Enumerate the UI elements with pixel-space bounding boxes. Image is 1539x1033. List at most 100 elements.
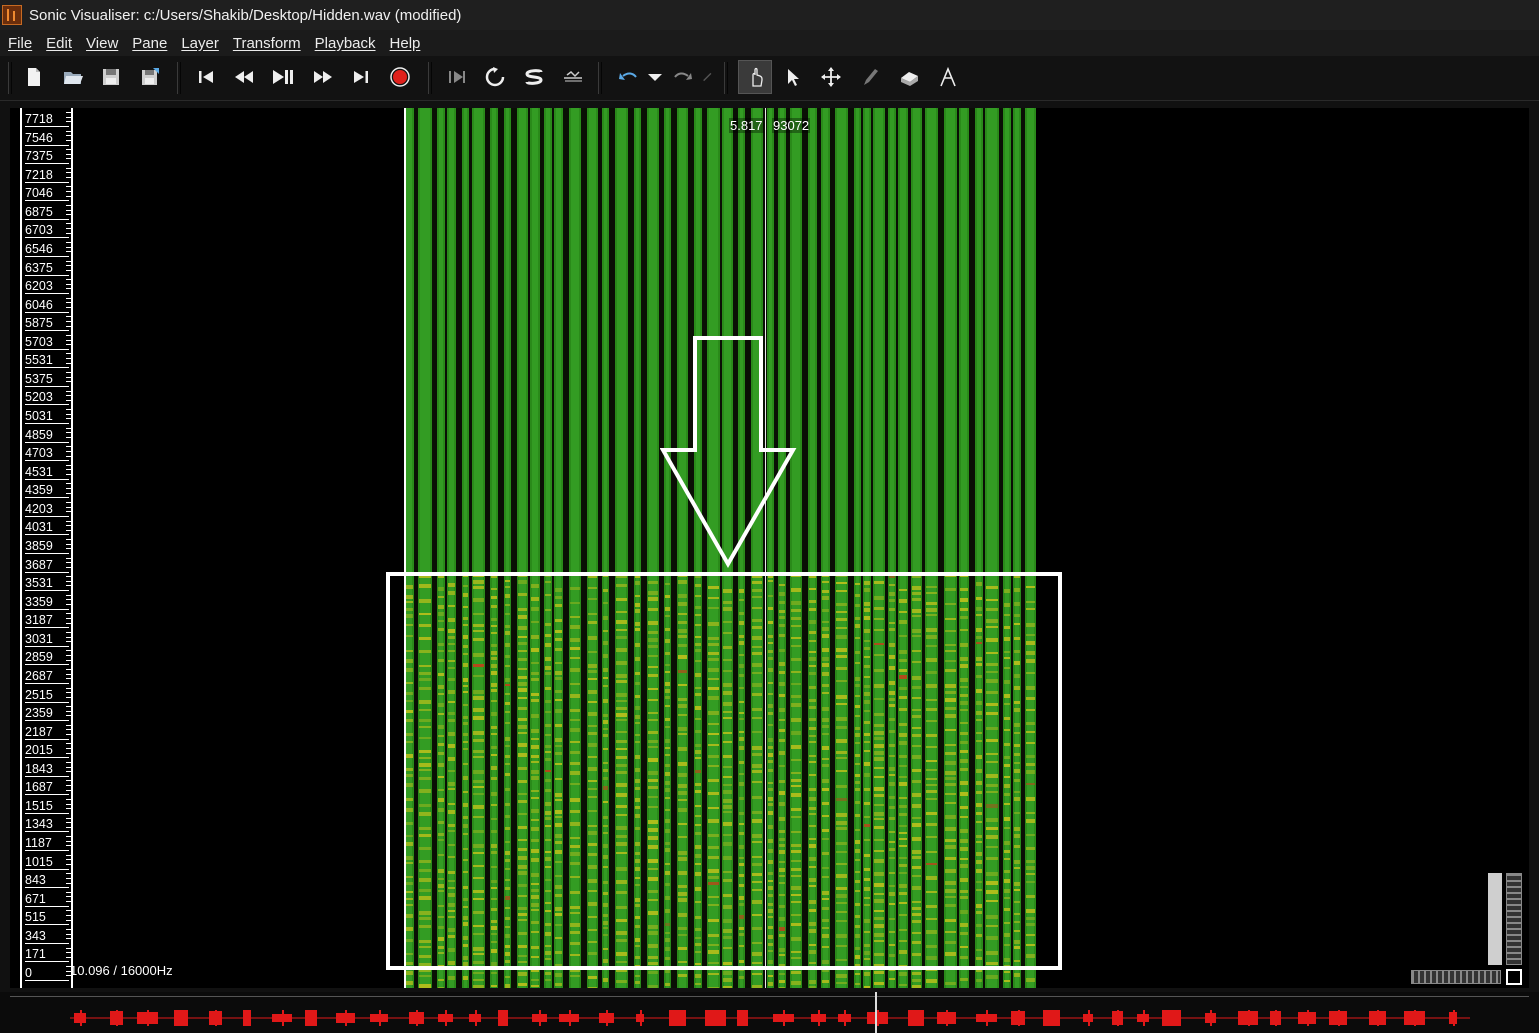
fast-forward-icon[interactable] xyxy=(308,62,338,92)
zoom-reset-button[interactable] xyxy=(1506,969,1522,985)
solo-icon[interactable] xyxy=(519,62,549,92)
frequency-minor-tick xyxy=(66,599,71,601)
frequency-tick-label: 1843 xyxy=(25,762,69,777)
frequency-minor-tick xyxy=(66,242,71,244)
move-tool-icon[interactable] xyxy=(816,62,846,92)
frequency-minor-tick xyxy=(66,265,71,267)
frequency-minor-tick xyxy=(66,928,71,930)
frequency-minor-tick xyxy=(66,520,71,522)
frequency-minor-tick xyxy=(66,121,71,123)
frequency-tick-label: 515 xyxy=(25,911,69,926)
frequency-tick-label: 5703 xyxy=(25,335,69,350)
frequency-tick-label: 843 xyxy=(25,874,69,889)
menu-help[interactable]: Help xyxy=(383,35,428,52)
vertical-zoom-bar[interactable] xyxy=(1488,873,1502,965)
fast-forward-end-icon[interactable] xyxy=(346,62,376,92)
frequency-minor-tick xyxy=(66,390,71,392)
redo-icon[interactable] xyxy=(668,62,698,92)
frequency-minor-tick xyxy=(66,826,71,828)
frequency-minor-tick xyxy=(66,469,71,471)
menu-edit[interactable]: Edit xyxy=(39,35,79,52)
frequency-minor-tick xyxy=(66,158,71,160)
frequency-minor-tick xyxy=(66,112,71,114)
frequency-minor-tick xyxy=(66,817,71,819)
frequency-tick-label: 3859 xyxy=(25,540,69,554)
frequency-minor-tick xyxy=(66,260,71,262)
frequency-minor-tick xyxy=(66,223,71,225)
open-file-icon[interactable] xyxy=(58,62,88,92)
frequency-minor-tick xyxy=(66,673,71,675)
frequency-minor-tick xyxy=(66,413,71,415)
frequency-minor-tick xyxy=(66,585,71,587)
frequency-minor-tick xyxy=(66,641,71,643)
frequency-minor-tick xyxy=(66,622,71,624)
frequency-minor-tick xyxy=(66,882,71,884)
new-file-icon[interactable] xyxy=(19,62,49,92)
spectrogram-pane[interactable]: 7718 7546 7375 7218 7046 6875 6703 6546 6375 6203… xyxy=(10,108,1529,988)
frequency-tick-label: 7546 xyxy=(25,131,69,146)
frequency-tick-label: 2359 xyxy=(25,707,69,722)
rewind-icon[interactable] xyxy=(229,62,259,92)
frequency-minor-tick xyxy=(66,919,71,921)
frequency-minor-tick xyxy=(66,344,71,346)
frequency-minor-tick xyxy=(66,381,71,383)
frequency-minor-tick xyxy=(66,283,71,285)
navigate-tool-icon[interactable] xyxy=(738,60,772,94)
app-icon xyxy=(2,5,22,25)
menu-pane[interactable]: Pane xyxy=(125,35,174,52)
horizontal-zoom-wheel[interactable] xyxy=(1411,970,1501,984)
frequency-minor-tick xyxy=(66,376,71,378)
frequency-minor-tick xyxy=(66,761,71,763)
frequency-tick-label: 4703 xyxy=(25,447,69,462)
frequency-minor-tick xyxy=(66,659,71,661)
frequency-minor-tick xyxy=(66,873,71,875)
record-icon[interactable] xyxy=(385,62,415,92)
undo-menu-icon[interactable] xyxy=(643,62,667,92)
save-as-icon[interactable] xyxy=(135,62,165,92)
frequency-minor-tick xyxy=(66,334,71,336)
menu-file[interactable]: File xyxy=(0,35,39,52)
rewind-start-icon[interactable] xyxy=(191,62,221,92)
frequency-tick-label: 6203 xyxy=(25,280,69,295)
measure-tool-icon[interactable] xyxy=(933,62,963,92)
select-tool-icon[interactable] xyxy=(777,62,807,92)
frequency-minor-tick xyxy=(66,669,71,671)
frequency-minor-tick xyxy=(66,604,71,606)
frequency-tick-label: 5531 xyxy=(25,354,69,369)
erase-tool-icon[interactable] xyxy=(894,62,924,92)
frequency-tick-label: 7046 xyxy=(25,187,69,202)
play-pause-icon[interactable] xyxy=(268,62,298,92)
highlight-rectangle-annotation xyxy=(386,572,1062,970)
frequency-tick-label: 3531 xyxy=(25,577,69,592)
frequency-minor-tick xyxy=(66,580,71,582)
frequency-minor-tick xyxy=(66,446,71,448)
frequency-minor-tick xyxy=(66,130,71,132)
save-file-icon[interactable] xyxy=(96,62,126,92)
frequency-minor-tick xyxy=(66,246,71,248)
frequency-minor-tick xyxy=(66,395,71,397)
vertical-zoom-wheel[interactable] xyxy=(1506,873,1522,965)
frequency-tick-label: 6546 xyxy=(25,242,69,257)
toolbar-separator xyxy=(8,62,12,94)
speed-icon[interactable] xyxy=(558,62,588,92)
overview-pane[interactable] xyxy=(0,992,1539,1033)
play-selection-icon[interactable] xyxy=(441,62,471,92)
menu-layer[interactable]: Layer xyxy=(174,35,226,52)
menu-view[interactable]: View xyxy=(79,35,125,52)
menu-playback[interactable]: Playback xyxy=(308,35,383,52)
frequency-minor-tick xyxy=(66,279,71,281)
frequency-minor-tick xyxy=(66,135,71,137)
undo-icon[interactable] xyxy=(613,62,643,92)
frequency-tick-label: 7718 xyxy=(25,113,69,127)
frequency-minor-tick xyxy=(66,952,71,954)
draw-tool-icon[interactable] xyxy=(855,62,885,92)
frequency-minor-tick xyxy=(66,483,71,485)
frequency-tick-label: 5875 xyxy=(25,317,69,332)
frequency-minor-tick xyxy=(66,436,71,438)
frequency-tick-label: 7375 xyxy=(25,150,69,165)
loop-icon[interactable] xyxy=(480,62,510,92)
cursor-time-readout: 5.817 xyxy=(729,118,764,133)
menu-transform[interactable]: Transform xyxy=(226,35,308,52)
redo-menu-icon[interactable] xyxy=(700,62,720,92)
toolbar-separator xyxy=(428,62,432,94)
